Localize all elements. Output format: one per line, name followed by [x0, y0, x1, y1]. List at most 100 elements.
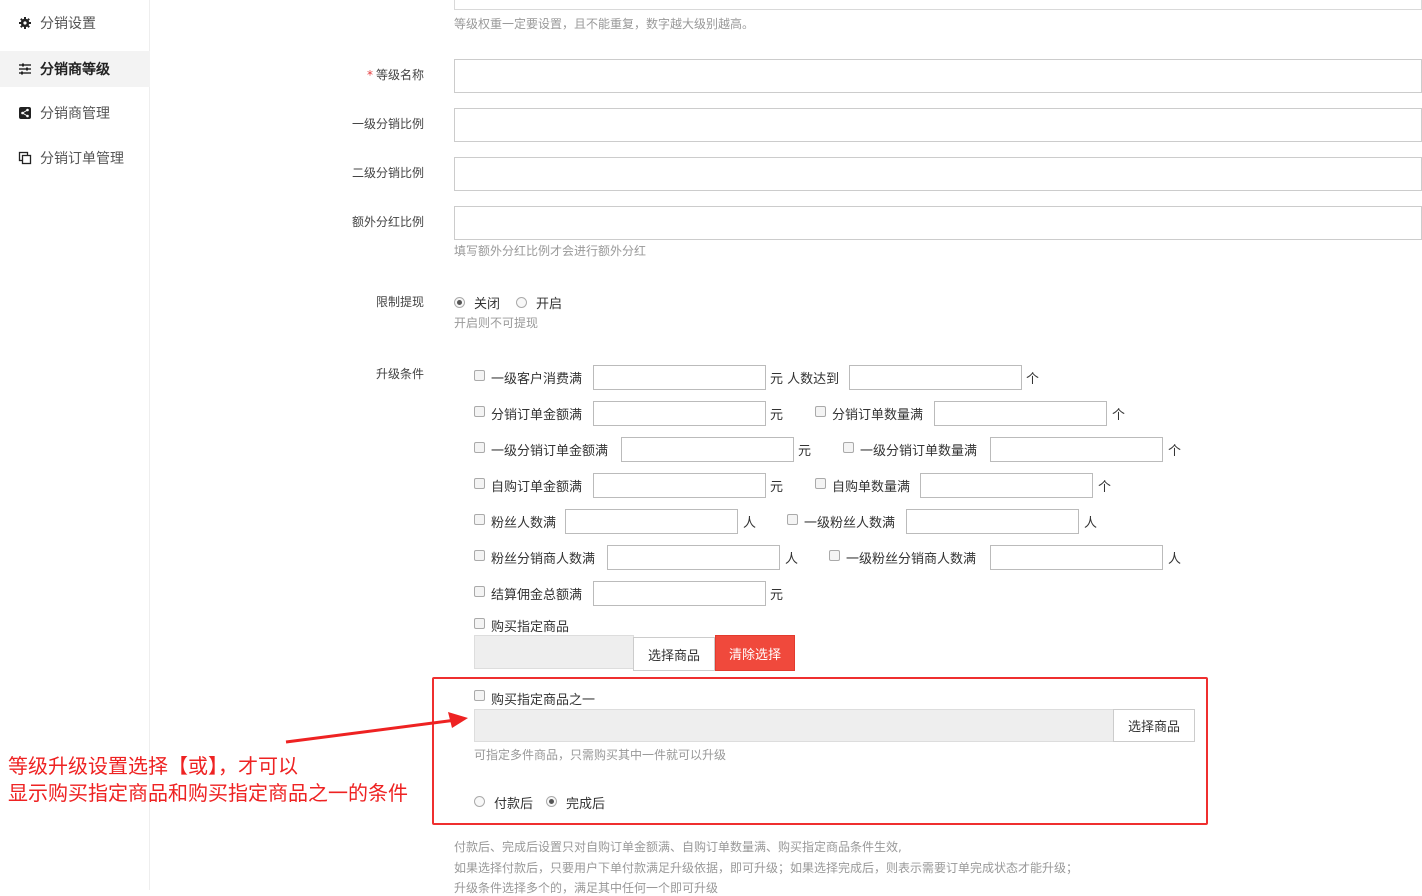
c3-input[interactable] [934, 401, 1107, 426]
share-icon [19, 107, 31, 119]
c3-checkbox[interactable] [815, 406, 826, 417]
sidebar-item-distribution-orders[interactable]: 分销订单管理 [0, 140, 150, 176]
c5-label: 一级分销订单数量满 [860, 444, 978, 459]
c2-input[interactable] [593, 401, 766, 426]
buy-goods-clear-button[interactable]: 清除选择 [715, 635, 795, 671]
limit-withdraw-label: 限制提现 [375, 295, 424, 309]
sidebar-item-label: 分销商等级 [40, 62, 110, 78]
after-payment-radio[interactable] [474, 796, 485, 807]
c12-label: 结算佣金总额满 [491, 588, 583, 603]
weight-help-text: 等级权重一定要设置，且不能重复，数字越大级别越高。 [454, 17, 755, 31]
weight-input[interactable] [454, 0, 1422, 10]
c4-input[interactable] [621, 437, 794, 462]
after-completion-radio[interactable] [546, 796, 557, 807]
buy-goods-checkbox[interactable] [474, 618, 485, 629]
c5-unit: 个 [1168, 444, 1182, 459]
buy-goods-selected-box [474, 635, 634, 669]
c4-checkbox[interactable] [474, 442, 485, 453]
c12-input[interactable] [593, 581, 766, 606]
c3-unit: 个 [1112, 408, 1126, 423]
second-ratio-label: 二级分销比例 [351, 166, 424, 180]
buy-one-of-selected-box [474, 709, 1114, 742]
c8-label: 粉丝人数满 [491, 516, 557, 531]
c6-checkbox[interactable] [474, 478, 485, 489]
c11-label: 一级粉丝分销商人数满 [846, 552, 977, 567]
c12-checkbox[interactable] [474, 586, 485, 597]
after-payment-label: 付款后 [494, 797, 534, 812]
c1-amount-input[interactable] [593, 365, 766, 390]
c1-count-input[interactable] [849, 365, 1022, 390]
required-mark: * [366, 68, 373, 82]
c7-label: 自购单数量满 [832, 480, 911, 495]
buy-goods-select-button[interactable]: 选择商品 [633, 637, 715, 671]
extra-ratio-help: 填写额外分红比例才会进行额外分红 [454, 244, 647, 258]
c6-label: 自购订单金额满 [491, 480, 583, 495]
sidebar-item-distributor-level[interactable]: 分销商等级 [0, 51, 150, 87]
c11-checkbox[interactable] [829, 550, 840, 561]
c3-label: 分销订单数量满 [832, 408, 924, 423]
c6-input[interactable] [593, 473, 766, 498]
c9-label: 一级粉丝人数满 [804, 516, 896, 531]
buy-one-of-checkbox[interactable] [474, 690, 485, 701]
c4-label: 一级分销订单金额满 [491, 444, 609, 459]
c10-checkbox[interactable] [474, 550, 485, 561]
c1-label: 一级客户消费满 [491, 372, 583, 387]
level-name-label-text: 等级名称 [375, 68, 424, 82]
c12-unit: 元 [770, 588, 784, 603]
buy-one-of-help: 可指定多件商品，只需购买其中一件就可以升级 [474, 748, 727, 762]
c7-checkbox[interactable] [815, 478, 826, 489]
first-ratio-input[interactable] [454, 108, 1422, 142]
c5-checkbox[interactable] [843, 442, 854, 453]
gear-icon [19, 17, 31, 29]
c10-label: 粉丝分销商人数满 [491, 552, 596, 567]
second-ratio-input[interactable] [454, 157, 1422, 191]
upgrade-label: 升级条件 [375, 367, 424, 381]
limit-withdraw-help: 开启则不可提现 [454, 316, 539, 330]
limit-withdraw-off-radio[interactable] [454, 297, 465, 308]
level-name-input[interactable] [454, 59, 1422, 93]
c1-checkbox[interactable] [474, 370, 485, 381]
c7-unit: 个 [1098, 480, 1112, 495]
c2-label: 分销订单金额满 [491, 408, 583, 423]
extra-ratio-label: 额外分红比例 [351, 215, 424, 229]
buy-one-of-label: 购买指定商品之一 [491, 693, 596, 708]
c10-input[interactable] [607, 545, 780, 570]
c8-checkbox[interactable] [474, 514, 485, 525]
annotation-arrow-icon [285, 712, 468, 744]
sidebar-item-label: 分销商管理 [40, 106, 110, 122]
after-completion-label: 完成后 [566, 797, 606, 812]
c9-input[interactable] [906, 509, 1079, 534]
c9-unit: 人 [1084, 516, 1098, 531]
sidebar-item-distributor-management[interactable]: 分销商管理 [0, 95, 150, 131]
upgrade-note-2: 如果选择付款后，只要用户下单付款满足升级依据，即可升级；如果选择完成后，则表示需… [454, 861, 1079, 875]
sidebar-item-distribution-settings[interactable]: 分销设置 [0, 5, 150, 41]
buy-goods-label: 购买指定商品 [491, 620, 570, 635]
c4-unit: 元 [798, 444, 812, 459]
limit-withdraw-on-label: 开启 [536, 297, 563, 312]
annotation-line-1: 等级升级设置选择【或】，才可以 [8, 754, 298, 778]
c1-unit2: 个 [1026, 372, 1040, 387]
sidebar-item-label: 分销设置 [40, 16, 96, 32]
c9-checkbox[interactable] [787, 514, 798, 525]
first-ratio-label: 一级分销比例 [351, 117, 424, 131]
c6-unit: 元 [770, 480, 784, 495]
limit-withdraw-on-radio[interactable] [516, 297, 527, 308]
c8-input[interactable] [565, 509, 738, 534]
c2-unit: 元 [770, 408, 784, 423]
upgrade-note-3: 升级条件选择多个的，满足其中任何一个即可升级 [454, 881, 719, 895]
annotation-line-2: 显示购买指定商品和购买指定商品之一的条件 [8, 781, 408, 805]
c5-input[interactable] [990, 437, 1163, 462]
sliders-icon [19, 63, 31, 75]
buy-one-of-select-button[interactable]: 选择商品 [1113, 709, 1195, 742]
c11-unit: 人 [1168, 552, 1182, 567]
level-name-label: * 等级名称 [284, 66, 424, 83]
upgrade-note-1: 付款后、完成后设置只对自购订单金额满、自购订单数量满、购买指定商品条件生效, [454, 840, 902, 854]
c10-unit: 人 [785, 552, 799, 567]
limit-withdraw-off-label: 关闭 [474, 297, 501, 312]
c11-input[interactable] [990, 545, 1163, 570]
extra-ratio-input[interactable] [454, 206, 1422, 240]
copy-icon [18, 151, 32, 165]
c2-checkbox[interactable] [474, 406, 485, 417]
c7-input[interactable] [920, 473, 1093, 498]
sidebar-item-label: 分销订单管理 [40, 151, 124, 167]
